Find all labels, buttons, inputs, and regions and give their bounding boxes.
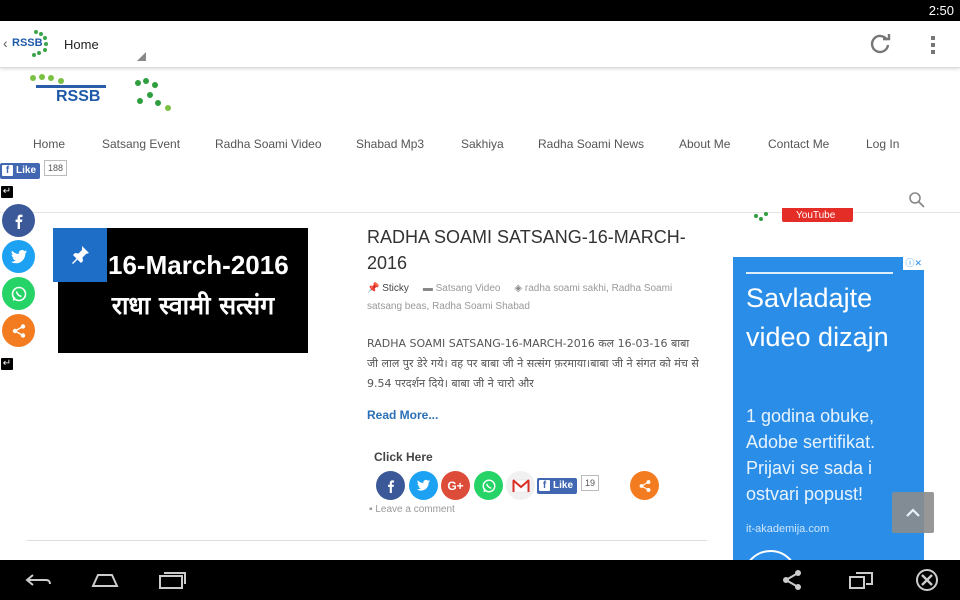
tag-link-3[interactable]: Radha Soami Shabad bbox=[432, 301, 530, 312]
sidebar-widget-top: YouTube bbox=[752, 208, 862, 224]
app-logo-text: RSSB bbox=[12, 37, 43, 49]
post-twitter-share-button[interactable] bbox=[409, 471, 438, 500]
gmail-icon bbox=[511, 478, 530, 492]
nav-radha-soami-video[interactable]: Radha Soami Video bbox=[215, 137, 322, 151]
recent-apps-icon[interactable] bbox=[157, 568, 187, 592]
system-share-icon[interactable] bbox=[777, 568, 807, 592]
ad-choices-icon[interactable]: ⓘ✕ bbox=[903, 257, 924, 270]
facebook-icon: f bbox=[2, 165, 13, 176]
scroll-to-top-button[interactable] bbox=[892, 492, 934, 533]
back-icon[interactable] bbox=[24, 568, 54, 592]
site-logo-text: RSSB bbox=[56, 88, 100, 105]
fb-like-label-post: Like bbox=[553, 480, 574, 491]
window-resize-icon[interactable] bbox=[846, 568, 876, 592]
nav-satsang-event[interactable]: Satsang Event bbox=[102, 137, 180, 151]
ad-headline: Savladajte video dizajn bbox=[746, 283, 889, 352]
thumbnail-hindi-text: राधा स्वामी सत्संग bbox=[111, 291, 275, 320]
app-logo-icon[interactable]: RSSB bbox=[12, 28, 52, 60]
folder-icon: ▬ bbox=[422, 283, 433, 294]
nav-home[interactable]: Home bbox=[33, 137, 65, 151]
close-icon[interactable] bbox=[912, 568, 942, 592]
side-more-share-button[interactable] bbox=[2, 314, 35, 347]
facebook-icon bbox=[15, 214, 22, 229]
fb-like-button-post[interactable]: f Like bbox=[537, 477, 578, 494]
overflow-menu-icon[interactable] bbox=[928, 33, 938, 57]
youtube-subscribe-button[interactable]: YouTube bbox=[782, 208, 853, 222]
fb-like-widget-top: f Like 188 bbox=[0, 160, 68, 179]
nav-contact-me[interactable]: Contact Me bbox=[768, 137, 829, 151]
sticky-pin-badge bbox=[53, 228, 107, 282]
click-here-label: Click Here bbox=[374, 450, 433, 464]
side-twitter-share-button[interactable] bbox=[2, 240, 35, 273]
system-nav-bar bbox=[0, 560, 960, 600]
whatsapp-icon bbox=[11, 286, 26, 301]
nav-shabad-mp3[interactable]: Shabad Mp3 bbox=[356, 137, 424, 151]
category-link[interactable]: Satsang Video bbox=[436, 283, 501, 294]
ad-top-rule bbox=[746, 272, 893, 274]
youtube-label: YouTube bbox=[796, 210, 836, 221]
app-bar-title[interactable]: Home bbox=[64, 37, 99, 52]
share-icon bbox=[12, 323, 25, 338]
ad-cta-circle[interactable] bbox=[743, 550, 798, 560]
leave-comment-label: Leave a comment bbox=[375, 504, 455, 515]
post-gmail-share-button[interactable] bbox=[506, 471, 535, 500]
nav-about-me[interactable]: About Me bbox=[679, 137, 730, 151]
tag-link-1[interactable]: radha soami sakhi bbox=[525, 283, 606, 294]
status-clock: 2:50 bbox=[928, 3, 954, 18]
thumbnail-date-text: 16-March-2016 bbox=[108, 250, 289, 280]
fb-like-label-top: Like bbox=[16, 165, 37, 176]
facebook-icon bbox=[387, 479, 394, 493]
nav-sakhiya[interactable]: Sakhiya bbox=[461, 137, 504, 151]
comment-icon: ▪ bbox=[369, 504, 373, 515]
side-facebook-share-button[interactable] bbox=[2, 204, 35, 237]
app-bar: ‹ RSSB Home bbox=[0, 21, 960, 68]
side-whatsapp-share-button[interactable] bbox=[2, 277, 35, 310]
share-bar-toggle-icon[interactable]: ↵ bbox=[1, 186, 13, 198]
post-google-plus-share-button[interactable]: G+ bbox=[441, 471, 470, 500]
post-divider bbox=[27, 540, 707, 541]
post-title[interactable]: RADHA SOAMI SATSANG-16-MARCH-2016 bbox=[367, 224, 697, 276]
chevron-up-icon bbox=[906, 507, 920, 517]
read-more-link[interactable]: Read More... bbox=[367, 408, 438, 422]
nav-radha-soami-news[interactable]: Radha Soami News bbox=[538, 137, 644, 151]
home-icon[interactable] bbox=[90, 568, 120, 592]
main-nav: Home Satsang Event Radha Soami Video Sha… bbox=[0, 137, 960, 155]
post-excerpt: RADHA SOAMI SATSANG-16-MARCH-2016 कल 16-… bbox=[367, 337, 699, 390]
leave-comment-link[interactable]: ▪ Leave a comment bbox=[369, 504, 455, 515]
ad-url: it-akademija.com bbox=[746, 523, 830, 535]
fb-like-count-top: 188 bbox=[44, 160, 68, 176]
rssb-mini-logo-icon bbox=[754, 212, 768, 221]
fb-like-button-top[interactable]: f Like bbox=[0, 162, 41, 179]
status-bar: 2:50 bbox=[0, 0, 960, 21]
nav-log-in[interactable]: Log In bbox=[866, 137, 899, 151]
post-whatsapp-share-button[interactable] bbox=[474, 471, 503, 500]
twitter-icon bbox=[10, 249, 27, 263]
fb-like-widget-post: f Like 19 bbox=[537, 475, 600, 494]
post-facebook-share-button[interactable] bbox=[376, 471, 405, 500]
twitter-icon bbox=[416, 479, 430, 491]
share-icon bbox=[639, 479, 650, 492]
tag-icon: ◈ bbox=[514, 283, 523, 294]
site-logo[interactable]: RSSB bbox=[28, 73, 178, 115]
share-bar-collapse-icon[interactable]: ↵ bbox=[1, 358, 13, 370]
sticky-label: Sticky bbox=[382, 283, 409, 294]
post-more-share-button[interactable] bbox=[630, 471, 659, 500]
post-meta: 📌 Sticky ▬ Satsang Video ◈ radha soami s… bbox=[367, 283, 673, 312]
fb-like-count-post: 19 bbox=[581, 475, 600, 491]
pin-icon bbox=[72, 246, 89, 264]
search-icon[interactable] bbox=[908, 191, 926, 209]
facebook-icon: f bbox=[539, 480, 550, 491]
back-chevron-icon[interactable]: ‹ bbox=[3, 35, 8, 51]
whatsapp-icon bbox=[482, 479, 495, 492]
google-plus-icon: G+ bbox=[447, 478, 464, 493]
refresh-icon[interactable] bbox=[868, 32, 892, 56]
sticky-pin-icon: 📌 bbox=[367, 283, 380, 294]
title-dropdown-icon[interactable] bbox=[137, 52, 146, 61]
